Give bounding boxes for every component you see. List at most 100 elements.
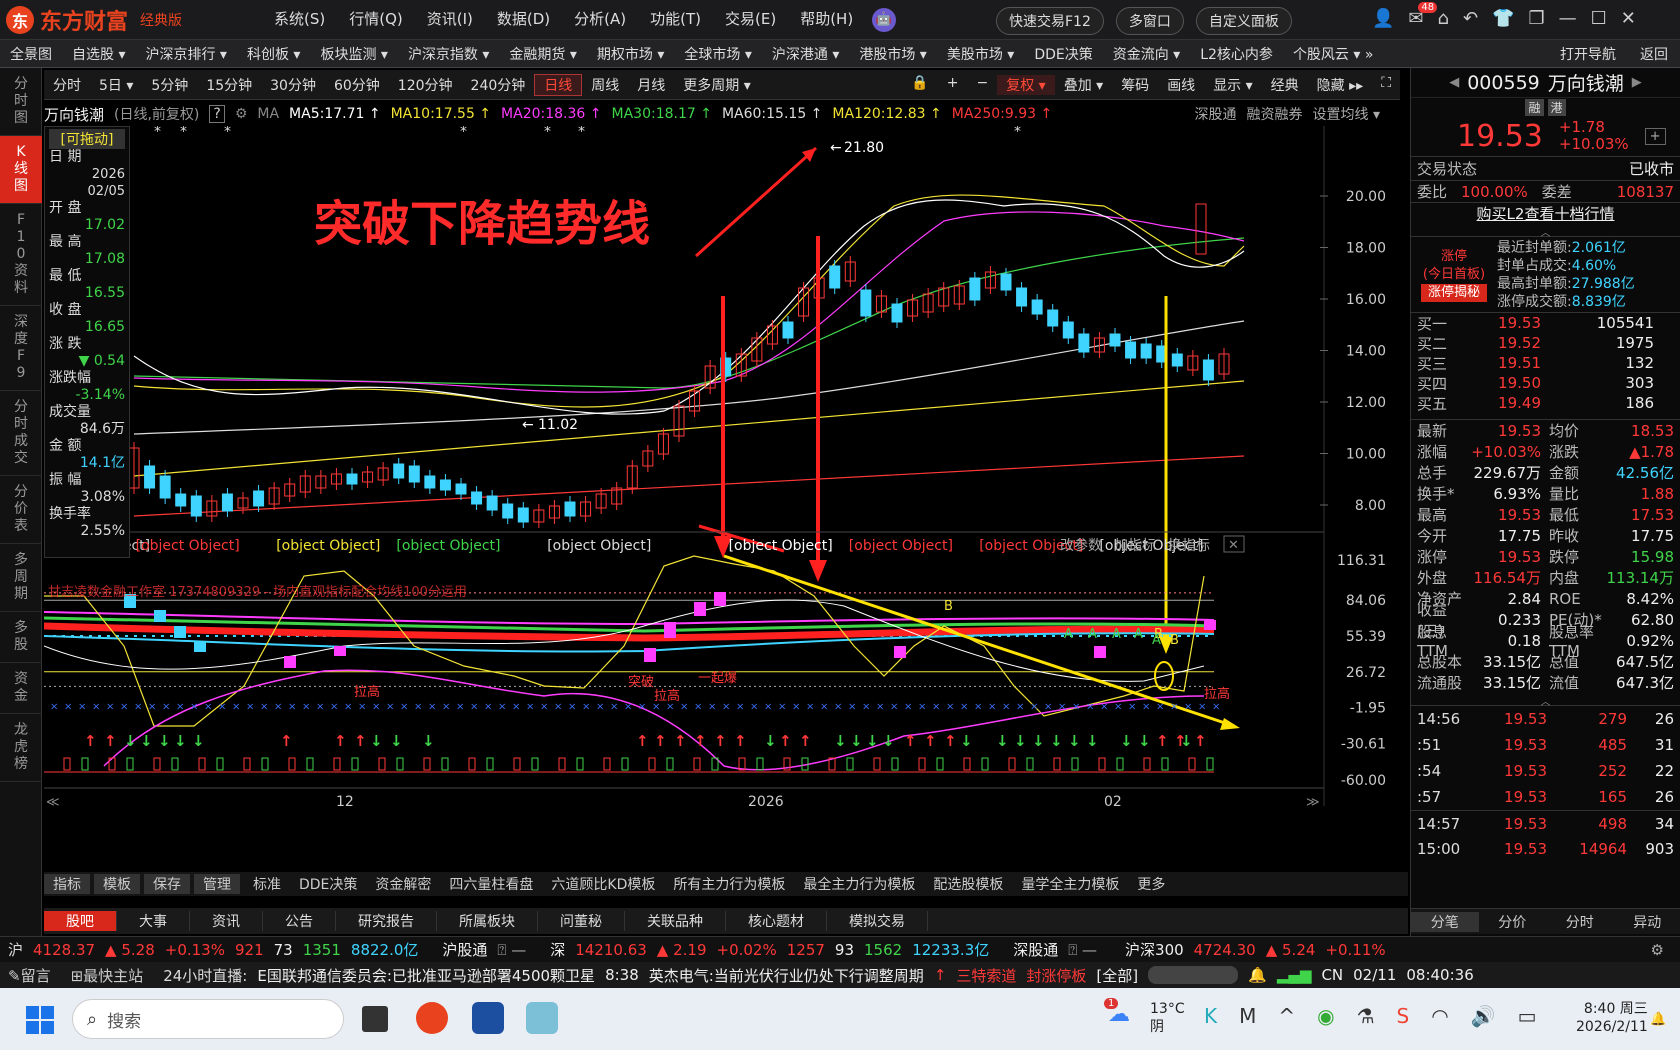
nav-item-16[interactable]: 打开导航: [1548, 44, 1628, 64]
quick-trade-button[interactable]: 快速交易F12: [996, 7, 1104, 35]
back-icon[interactable]: ↶: [1463, 8, 1478, 29]
period-tab-0[interactable]: 分时: [44, 75, 90, 95]
chart-tool-1[interactable]: +: [938, 75, 968, 95]
sidebar-item-6[interactable]: 多周期: [0, 544, 42, 612]
gear-icon[interactable]: ⚙: [235, 106, 248, 122]
bid-row[interactable]: 买三 19.51 132: [1411, 353, 1680, 373]
taskbar-search[interactable]: ⌕ 搜索: [72, 999, 344, 1039]
bottom-tab-4[interactable]: 研究报告: [336, 911, 437, 931]
bottom-tab-5[interactable]: 所属板块: [437, 911, 538, 931]
next-stock-icon[interactable]: ▶: [1632, 75, 1642, 90]
nav-item-4[interactable]: 板块监测 ▾: [310, 44, 397, 64]
mail-icon[interactable]: ✉ 48: [1408, 2, 1438, 29]
tray-app-icon[interactable]: ◉: [1317, 1004, 1334, 1028]
nav-item-5[interactable]: 沪深京指数 ▾: [398, 44, 499, 64]
menu-item-7[interactable]: 帮助(H): [788, 8, 865, 29]
quote-tab-1[interactable]: 分价: [1479, 912, 1547, 932]
sidebar-item-1[interactable]: K线图: [0, 136, 42, 204]
close-icon[interactable]: ✕: [1621, 8, 1636, 29]
bid-row[interactable]: 买四 19.50 303: [1411, 373, 1680, 393]
chart-tool-10[interactable]: ⛶: [1372, 75, 1400, 95]
task-view-icon[interactable]: [362, 1006, 388, 1032]
collapse-icon-2[interactable]: ︿: [1411, 693, 1680, 708]
sidebar-item-8[interactable]: 资金: [0, 663, 42, 714]
buy-l2-link[interactable]: 购买L2查看十档行情: [1477, 203, 1615, 224]
period-tab-3[interactable]: 15分钟: [197, 75, 261, 95]
template-tab-8[interactable]: 六道顾比KD模板: [542, 874, 664, 894]
sidebar-item-3[interactable]: 深度F9: [0, 306, 42, 391]
chevron-up-icon[interactable]: ^: [1278, 1004, 1295, 1028]
chart-tool-7[interactable]: 显示 ▾: [1204, 75, 1261, 95]
user-icon[interactable]: 👤: [1372, 8, 1394, 29]
ma-right-1[interactable]: 融资融券: [1247, 104, 1303, 124]
tick-row[interactable]: 14:57 19.53 498 34: [1411, 810, 1680, 836]
minimize-icon[interactable]: —: [1559, 8, 1577, 29]
news-item-1[interactable]: E国联邦通信委员会:已批准亚马逊部署4500颗卫星: [257, 965, 595, 986]
tick-row[interactable]: :51 19.53 485 31: [1411, 732, 1680, 758]
menu-item-5[interactable]: 功能(T): [638, 8, 713, 29]
chart-tool-5[interactable]: 筹码: [1112, 75, 1158, 95]
tick-row[interactable]: :54 19.53 252 22: [1411, 758, 1680, 784]
template-tab-7[interactable]: 四六量柱看盘: [440, 874, 542, 894]
maximize-icon[interactable]: ☐: [1591, 8, 1607, 29]
sidebar-item-7[interactable]: 多股: [0, 612, 42, 663]
battery-icon[interactable]: ▭: [1518, 1004, 1537, 1028]
add-watchlist-icon[interactable]: +: [1644, 127, 1666, 145]
sh-connect-label[interactable]: 沪股通: [442, 939, 487, 960]
news-item-2[interactable]: 英杰电气:当前光伏行业仍处下行调整周期: [649, 965, 924, 986]
alert-stock[interactable]: 三特索道: [956, 965, 1016, 986]
bid-row[interactable]: 买一 19.53 105541: [1411, 313, 1680, 333]
nav-item-11[interactable]: 美股市场 ▾: [937, 44, 1024, 64]
nav-item-17[interactable]: 返回: [1628, 44, 1680, 64]
bid-row[interactable]: 买二 19.52 1975: [1411, 333, 1680, 353]
nav-item-6[interactable]: 金融期货 ▾: [499, 44, 586, 64]
template-tab-13[interactable]: 更多: [1128, 874, 1174, 894]
message-button[interactable]: ✎留言: [8, 965, 61, 986]
nav-item-14[interactable]: L2核心内参: [1190, 44, 1283, 64]
nav-item-10[interactable]: 港股市场 ▾: [849, 44, 936, 64]
period-tab-11[interactable]: 更多周期 ▾: [674, 75, 759, 95]
robot-icon[interactable]: 🤖: [872, 8, 896, 32]
chart-tool-0[interactable]: 🔒: [902, 75, 937, 95]
limit-reveal-button[interactable]: 涨停揭秘: [1421, 283, 1487, 302]
windows-start-icon[interactable]: [26, 1006, 54, 1034]
nav-item-8[interactable]: 全球市场 ▾: [674, 44, 761, 64]
nav-item-12[interactable]: DDE决策: [1024, 44, 1102, 64]
period-tab-9[interactable]: 周线: [582, 75, 628, 95]
sidebar-item-2[interactable]: F10资料: [0, 204, 42, 306]
sidebar-item-0[interactable]: 分时图: [0, 68, 42, 136]
period-tab-2[interactable]: 5分钟: [142, 75, 197, 95]
prev-stock-icon[interactable]: ◀: [1449, 75, 1459, 90]
template-tab-9[interactable]: 所有主力行为模板: [664, 874, 794, 894]
help-button[interactable]: ?: [209, 105, 225, 123]
skin-icon[interactable]: 👕: [1492, 8, 1514, 29]
k-app-icon[interactable]: K: [1204, 1004, 1217, 1028]
chart-tool-8[interactable]: 经典: [1262, 75, 1308, 95]
image-app-icon[interactable]: [526, 1002, 558, 1034]
quote-tab-3[interactable]: 异动: [1614, 912, 1680, 932]
sailboat-app-icon[interactable]: [472, 1002, 504, 1034]
ma-right-2[interactable]: 设置均线 ▾: [1313, 104, 1380, 124]
menu-item-0[interactable]: 系统(S): [262, 8, 337, 29]
nav-item-9[interactable]: 沪深港通 ▾: [762, 44, 849, 64]
bottom-tab-0[interactable]: 股吧: [44, 911, 117, 931]
tick-row[interactable]: 15:00 19.53 14964 903: [1411, 836, 1680, 862]
template-tab-0[interactable]: 指标: [44, 874, 90, 894]
sidebar-item-4[interactable]: 分时成交: [0, 391, 42, 476]
menu-item-2[interactable]: 资讯(I): [415, 8, 485, 29]
bottom-tab-2[interactable]: 资讯: [190, 911, 263, 931]
template-tab-12[interactable]: 量学全主力模板: [1012, 874, 1128, 894]
template-tab-5[interactable]: DDE决策: [290, 874, 366, 894]
bottom-tab-3[interactable]: 公告: [263, 911, 336, 931]
bid-row[interactable]: 买五 19.49 186: [1411, 393, 1680, 413]
flask-icon[interactable]: ⚗: [1357, 1004, 1375, 1028]
template-tab-11[interactable]: 配选股模板: [924, 874, 1012, 894]
search-input[interactable]: [1148, 966, 1239, 984]
menu-item-3[interactable]: 数据(D): [485, 8, 562, 29]
quote-tab-0[interactable]: 分笔: [1411, 911, 1479, 932]
nav-item-0[interactable]: 全景图: [0, 44, 62, 64]
m-app-icon[interactable]: M: [1239, 1004, 1256, 1028]
bottom-tab-1[interactable]: 大事: [117, 911, 190, 931]
menu-item-6[interactable]: 交易(E): [713, 8, 788, 29]
bell-icon[interactable]: 🔔: [1248, 966, 1267, 984]
